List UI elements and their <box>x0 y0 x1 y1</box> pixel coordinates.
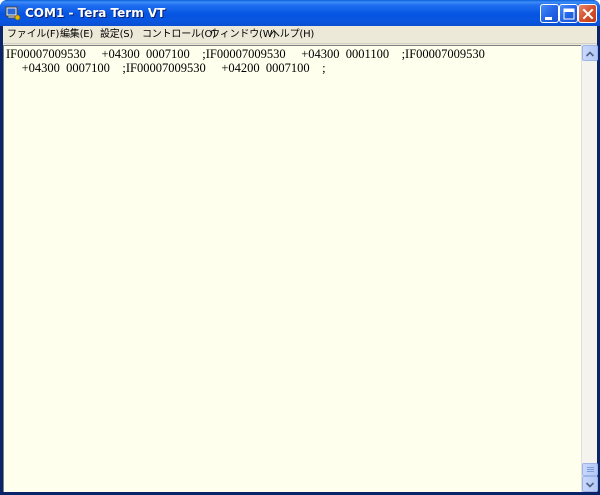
menu-edit[interactable]: 編集(E) <box>60 27 93 43</box>
scroll-down-button[interactable] <box>582 476 598 492</box>
menu-file[interactable]: ファイル(F) <box>7 27 59 43</box>
scroll-up-button[interactable] <box>582 45 598 61</box>
terminal-line: IF00007009530 +04300 0007100 ;IF00007009… <box>6 47 485 61</box>
menu-help[interactable]: ヘルプ(H) <box>270 27 314 43</box>
close-button[interactable] <box>578 4 597 23</box>
scroll-up-icon <box>585 51 595 57</box>
maximize-icon <box>563 8 575 20</box>
menu-settings[interactable]: 設定(S) <box>100 27 133 43</box>
menu-window[interactable]: ウィンドウ(W) <box>210 27 276 43</box>
scroll-down-icon <box>585 482 595 488</box>
menu-bar: ファイル(F) 編集(E) 設定(S) コントロール(O) ウィンドウ(W) ヘ… <box>3 26 597 44</box>
window-frame: ファイル(F) 編集(E) 設定(S) コントロール(O) ウィンドウ(W) ヘ… <box>3 26 598 492</box>
close-icon <box>582 8 594 20</box>
title-bar[interactable]: COM1 - Tera Term VT <box>0 0 600 26</box>
window-title: COM1 - Tera Term VT <box>25 6 166 20</box>
scroll-thumb[interactable] <box>582 463 598 476</box>
minimize-button[interactable] <box>540 4 559 23</box>
minimize-icon <box>545 17 552 20</box>
terminal-window: COM1 - Tera Term VT ファイル(F) 編集(E) 設定(S) … <box>0 0 600 495</box>
menu-control[interactable]: コントロール(O) <box>142 27 216 43</box>
terminal-line: +04300 0007100 ;IF00007009530 +04200 000… <box>6 61 326 75</box>
terminal-output[interactable]: IF00007009530 +04300 0007100 ;IF00007009… <box>3 45 581 492</box>
vertical-scrollbar[interactable] <box>581 45 598 492</box>
maximize-button[interactable] <box>559 4 578 23</box>
tera-term-app-icon[interactable] <box>5 5 21 21</box>
